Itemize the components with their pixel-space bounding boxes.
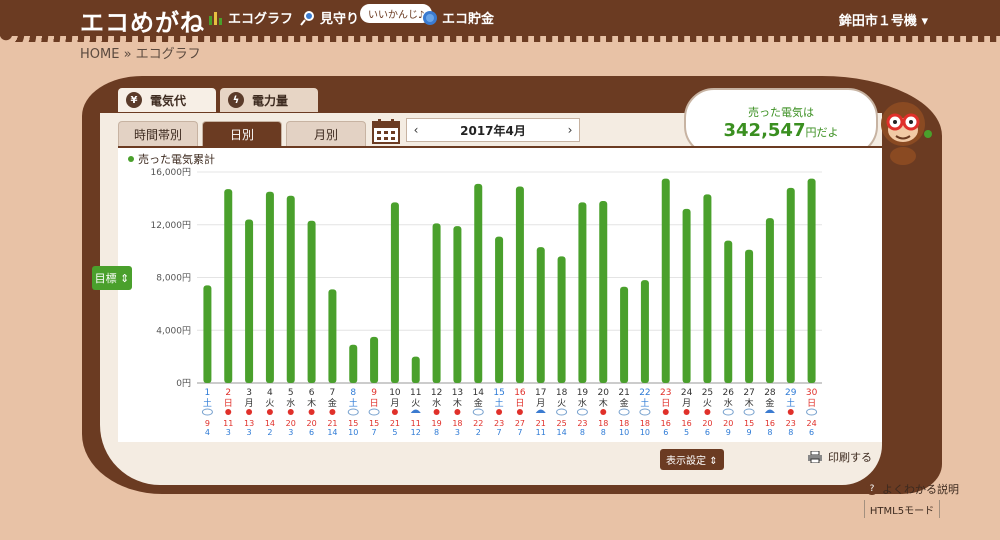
caret-down-icon: ▾: [921, 14, 928, 29]
help-link[interactable]: ? よくわかる説明: [866, 481, 959, 497]
nav-watch[interactable]: 見守り: [300, 8, 359, 27]
html5-mode-link[interactable]: HTML5モード: [864, 500, 940, 518]
sold-electricity-caption: 売った電気は: [748, 106, 814, 119]
piggy-bank-icon: [423, 10, 437, 25]
nav-eco-graph[interactable]: エコグラフ: [208, 8, 293, 27]
chart-title: 売った電気累計: [128, 151, 215, 167]
month-selector: ‹ 2017年4月 ›: [406, 118, 580, 142]
device-name: 鉾田市１号機: [838, 14, 917, 29]
sold-electricity-suffix: 円だよ: [805, 126, 839, 139]
chart-container: [118, 146, 882, 442]
display-settings-label: 表示設定: [666, 456, 706, 467]
breadcrumb: HOME » エコグラフ: [80, 47, 201, 62]
target-button[interactable]: 目標 ⇕: [92, 266, 132, 290]
help-label: よくわかる説明: [882, 483, 959, 496]
month-label: 2017年4月: [460, 123, 526, 138]
nav-eco-graph-label: エコグラフ: [228, 12, 294, 27]
question-icon: ?: [866, 483, 878, 495]
tab-electricity-cost-label: 電気代: [150, 93, 187, 108]
nav-eco-savings[interactable]: エコ貯金: [422, 8, 494, 27]
next-month-button[interactable]: ›: [561, 123, 579, 137]
stepper-icon: ⇕: [120, 271, 130, 285]
tab-electricity-amount[interactable]: ϟ 電力量: [220, 88, 319, 112]
tab-electricity-cost[interactable]: ¥ 電気代: [118, 88, 217, 112]
chart-title-text: 売った電気累計: [138, 153, 215, 166]
prev-month-button[interactable]: ‹: [407, 123, 425, 137]
yen-icon: ¥: [126, 92, 142, 108]
target-button-label: 目標: [94, 272, 117, 285]
print-button[interactable]: 印刷する: [808, 449, 872, 465]
magnifier-icon: [300, 10, 314, 26]
lightning-icon: ϟ: [228, 92, 245, 108]
main-tabs: ¥ 電気代 ϟ 電力量: [118, 88, 319, 112]
bar-chart-icon: [209, 11, 222, 25]
device-selector[interactable]: 鉾田市１号機 ▾: [839, 10, 928, 29]
nav-watch-label: 見守り: [320, 12, 360, 27]
stepper-icon: ⇕: [709, 456, 718, 467]
top-bar: エコめがね エコグラフ 見守り いいかんじ♪ エコ貯金 鉾田市１号機 ▾: [0, 0, 1000, 42]
legend-dot: [128, 156, 134, 162]
tab-hourly[interactable]: 時間帯別: [118, 121, 198, 146]
display-settings-button[interactable]: 表示設定 ⇕: [660, 449, 724, 470]
tab-monthly[interactable]: 月別: [286, 121, 366, 146]
print-label: 印刷する: [828, 451, 872, 464]
nav-eco-savings-label: エコ貯金: [442, 12, 495, 27]
sold-electricity-amount: 342,547: [723, 120, 806, 141]
tab-daily[interactable]: 日別: [202, 121, 282, 146]
tab-electricity-amount-label: 電力量: [252, 93, 289, 108]
period-tabs: 時間帯別 日別 月別: [118, 121, 366, 146]
calendar-icon[interactable]: [372, 118, 400, 144]
printer-icon: [808, 451, 822, 463]
app-logo[interactable]: エコめがね: [80, 3, 205, 38]
